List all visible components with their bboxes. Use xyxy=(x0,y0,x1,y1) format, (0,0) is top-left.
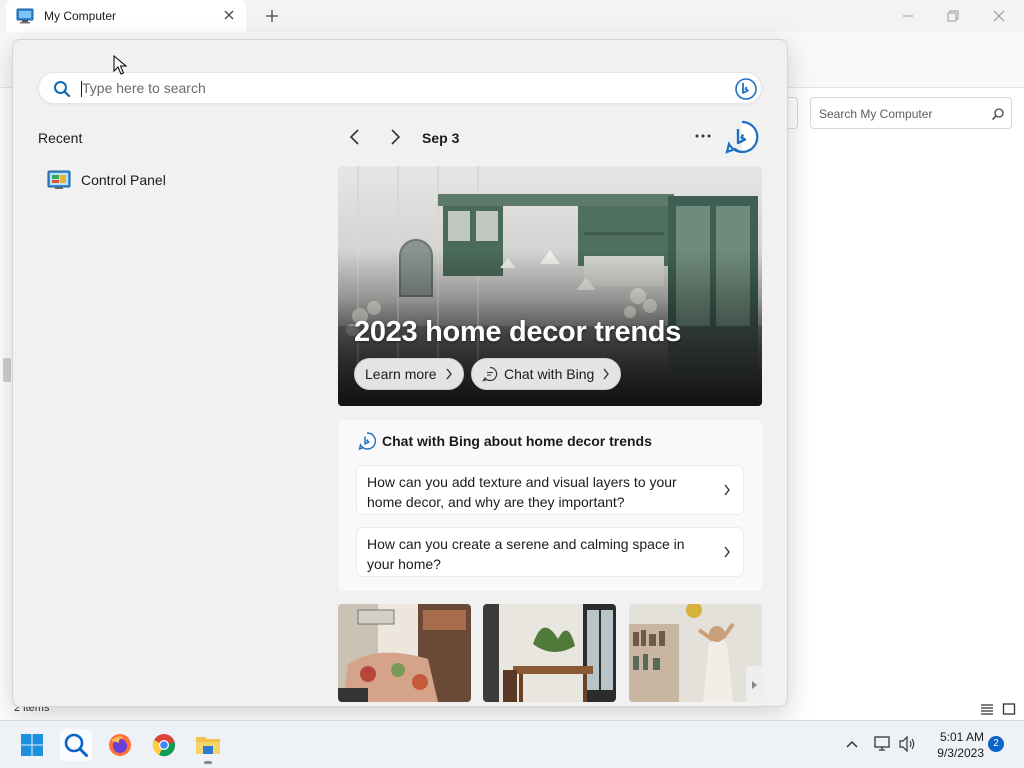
chat-with-bing-label: Chat with Bing xyxy=(504,366,595,382)
learn-more-label: Learn more xyxy=(365,366,437,382)
taskbar-search-button[interactable] xyxy=(60,729,92,761)
triangle-right-icon xyxy=(752,681,757,689)
learn-more-button[interactable]: Learn more xyxy=(354,358,464,390)
scrollbar-thumb[interactable] xyxy=(3,358,11,382)
monitor-icon xyxy=(16,8,34,24)
tab-my-computer[interactable]: My Computer xyxy=(6,0,246,32)
explorer-search-placeholder: Search My Computer xyxy=(819,107,933,121)
chevron-up-icon[interactable] xyxy=(845,734,859,754)
search-input[interactable] xyxy=(82,76,682,100)
search-icon xyxy=(64,733,88,757)
network-icon[interactable] xyxy=(874,734,892,754)
explorer-search-box[interactable]: Search My Computer xyxy=(810,97,1012,129)
notification-badge[interactable]: 2 xyxy=(988,736,1004,752)
suggested-question[interactable]: How can you create a serene and calming … xyxy=(356,527,744,577)
clock-time: 5:01 AM xyxy=(939,730,984,744)
restore-icon[interactable] xyxy=(943,6,963,26)
chat-with-bing-card: Chat with Bing about home decor trends H… xyxy=(338,420,762,591)
chevron-left-icon[interactable] xyxy=(345,126,365,148)
running-indicator xyxy=(204,761,212,764)
search-icon xyxy=(991,108,1004,121)
chat-card-title: Chat with Bing about home decor trends xyxy=(382,433,652,449)
taskbar: 5:01 AM 9/3/2023 2 xyxy=(0,720,1024,768)
hero-card[interactable]: 2023 home decor trends Learn more Chat w… xyxy=(338,166,762,406)
taskbar-firefox[interactable] xyxy=(104,729,136,761)
bing-icon[interactable] xyxy=(725,120,759,154)
chevron-right-icon xyxy=(446,368,452,380)
taskbar-file-explorer[interactable] xyxy=(192,729,224,761)
clock-date: 9/3/2023 xyxy=(937,746,984,760)
new-tab-icon[interactable] xyxy=(264,8,280,24)
start-icon xyxy=(21,734,43,756)
close-tab-icon[interactable] xyxy=(222,8,236,22)
chevron-right-icon xyxy=(603,368,610,380)
tiles-view-icon[interactable] xyxy=(1002,702,1016,716)
start-button[interactable] xyxy=(16,729,48,761)
bing-chat-icon[interactable] xyxy=(734,77,758,101)
search-box[interactable] xyxy=(38,72,762,104)
hero-title: 2023 home decor trends xyxy=(354,316,682,348)
chevron-right-icon xyxy=(724,546,730,558)
recent-item-label: Control Panel xyxy=(81,172,166,188)
thumbnail-bookshelf[interactable] xyxy=(629,604,762,702)
recent-item-control-panel[interactable]: Control Panel xyxy=(39,165,329,195)
chrome-icon xyxy=(152,734,175,757)
clock[interactable]: 5:01 AM 9/3/2023 xyxy=(922,729,984,761)
close-window-icon[interactable] xyxy=(989,6,1009,26)
carousel-scroll-right[interactable] xyxy=(746,666,762,704)
chevron-right-icon xyxy=(724,484,730,496)
recent-heading: Recent xyxy=(38,130,83,146)
mouse-cursor-icon xyxy=(113,55,127,75)
question-text: How can you add texture and visual layer… xyxy=(367,474,677,510)
tab-title: My Computer xyxy=(44,9,117,23)
thumbnail-dining-room[interactable] xyxy=(483,604,616,702)
search-icon xyxy=(54,81,71,98)
control-panel-icon xyxy=(47,170,71,189)
question-text: How can you create a serene and calming … xyxy=(367,536,685,572)
taskbar-chrome[interactable] xyxy=(148,729,180,761)
suggested-question[interactable]: How can you add texture and visual layer… xyxy=(356,465,744,515)
bing-chat-icon xyxy=(358,432,376,450)
details-view-icon[interactable] xyxy=(980,702,994,716)
chat-bubble-icon xyxy=(482,366,498,382)
date-label: Sep 3 xyxy=(422,130,460,146)
search-panel: Recent Control Panel Sep 3 xyxy=(12,39,788,707)
volume-icon[interactable] xyxy=(898,734,916,754)
chat-with-bing-button[interactable]: Chat with Bing xyxy=(471,358,622,390)
minimize-icon[interactable] xyxy=(898,6,918,26)
firefox-icon xyxy=(109,734,131,756)
more-options-icon[interactable] xyxy=(693,128,713,144)
window-titlebar: My Computer xyxy=(0,0,1024,32)
chevron-right-icon[interactable] xyxy=(385,126,405,148)
file-explorer-icon xyxy=(196,737,220,754)
thumbnail-living-room[interactable] xyxy=(338,604,471,702)
